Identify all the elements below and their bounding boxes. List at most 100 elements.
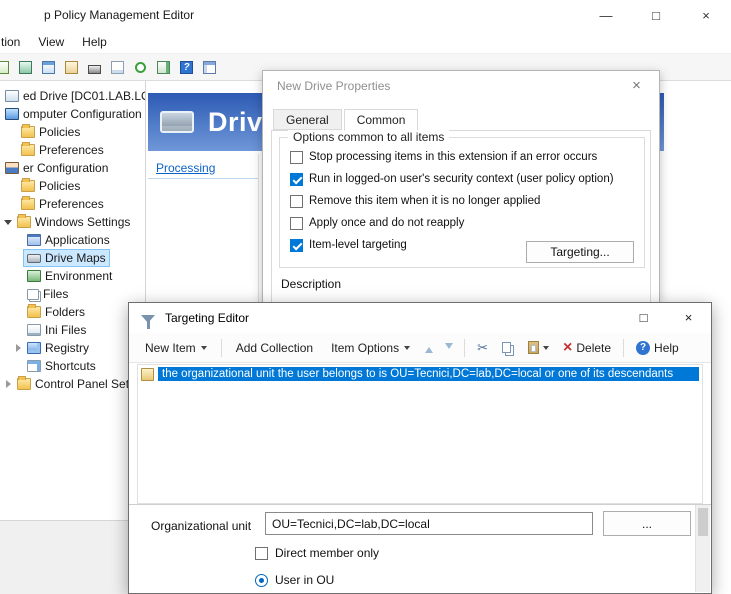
env-icon xyxy=(27,270,41,282)
copy-button[interactable] xyxy=(496,338,520,357)
targeting-dialog-titlebar: Targeting Editor □ × xyxy=(129,303,711,333)
tree-item-10-environment[interactable]: Environment xyxy=(0,267,145,285)
targeting-dialog-title: Targeting Editor xyxy=(165,311,249,325)
tree-item-12-folders[interactable]: Folders xyxy=(0,303,145,321)
tab-general[interactable]: General xyxy=(273,109,342,130)
paste-button[interactable] xyxy=(522,337,555,358)
cut-button[interactable]: ✂ xyxy=(471,337,494,358)
menu-item-view[interactable]: View xyxy=(29,30,73,53)
option-row-1[interactable]: Run in logged-on user's security context… xyxy=(290,168,634,190)
user-icon xyxy=(5,162,19,174)
tree-item-3-preferences[interactable]: Preferences xyxy=(0,141,145,159)
tree-item-1-omputer-configuration[interactable]: omputer Configuration xyxy=(0,105,145,123)
close-icon[interactable]: × xyxy=(666,303,711,332)
move-up-button[interactable] xyxy=(420,339,438,357)
arrow-up-icon xyxy=(425,343,433,353)
add-collection-button[interactable]: Add Collection xyxy=(228,337,321,359)
tree-item-14-registry[interactable]: Registry xyxy=(0,339,145,357)
funnel-icon xyxy=(141,315,155,323)
icon-view-icon[interactable] xyxy=(200,58,219,76)
collapsed-arrow-icon[interactable] xyxy=(2,378,14,390)
window-minimize-button[interactable]: — xyxy=(581,0,631,30)
folder-icon xyxy=(21,198,35,210)
tree-item-13-ini-files[interactable]: Ini Files xyxy=(0,321,145,339)
column-underline xyxy=(148,178,258,179)
console-tree-panel: ed Drive [DC01.LAB.LOCAomputer Configura… xyxy=(0,81,146,520)
tree-item-7-windows-settings[interactable]: Windows Settings xyxy=(0,213,145,231)
checkbox-icon[interactable] xyxy=(290,217,303,230)
status-area xyxy=(0,520,146,594)
checkbox-icon[interactable] xyxy=(290,195,303,208)
direct-member-checkbox-row[interactable]: Direct member only xyxy=(255,546,379,560)
paste-icon xyxy=(528,341,539,354)
help-icon[interactable] xyxy=(177,58,196,76)
drive-banner-icon xyxy=(160,111,194,133)
scrollbar[interactable] xyxy=(695,505,710,592)
tree-item-15-shortcuts[interactable]: Shortcuts xyxy=(0,357,145,375)
maximize-icon[interactable]: □ xyxy=(621,303,666,332)
drive-icon xyxy=(27,254,41,263)
option-label-4: Item-level targeting xyxy=(309,239,407,251)
scrollbar-thumb[interactable] xyxy=(698,508,708,536)
collapsed-arrow-icon[interactable] xyxy=(12,342,24,354)
option-row-0[interactable]: Stop processing items in this extension … xyxy=(290,146,634,168)
tree-item-5-policies[interactable]: Policies xyxy=(0,177,145,195)
checkbox-icon[interactable] xyxy=(255,547,268,560)
scissors-icon: ✂ xyxy=(477,341,488,354)
delete-button[interactable]: × Delete xyxy=(557,337,617,359)
window-maximize-button[interactable]: □ xyxy=(631,0,681,30)
targeting-window-controls: □ × xyxy=(621,303,711,332)
option-row-3[interactable]: Apply once and do not reapply xyxy=(290,212,634,234)
move-down-button[interactable] xyxy=(440,339,458,357)
refresh-icon[interactable] xyxy=(131,58,150,76)
checkbox-checked-icon[interactable] xyxy=(290,173,303,186)
help-button[interactable]: ? Help xyxy=(630,337,685,359)
properties-icon[interactable] xyxy=(108,58,127,76)
console-tree-icon[interactable] xyxy=(39,58,58,76)
options-groupbox: Options common to all items Stop process… xyxy=(279,137,645,268)
option-label-2: Remove this item when it is no longer ap… xyxy=(309,195,540,207)
new-item-button[interactable]: New Item xyxy=(137,337,215,359)
tree-item-9-drive-maps[interactable]: Drive Maps xyxy=(0,249,145,267)
help-icon: ? xyxy=(636,341,650,355)
delete-label: Delete xyxy=(576,341,611,355)
tab-common[interactable]: Common xyxy=(344,109,419,131)
folder-icon xyxy=(17,378,31,390)
checkbox-icon[interactable] xyxy=(290,151,303,164)
option-label-3: Apply once and do not reapply xyxy=(309,217,464,229)
clipboard-icon[interactable] xyxy=(62,58,81,76)
checkbox-checked-icon[interactable] xyxy=(290,239,303,252)
processing-link[interactable]: Processing xyxy=(156,161,215,175)
option-row-2[interactable]: Remove this item when it is no longer ap… xyxy=(290,190,634,212)
arrow-spacer xyxy=(12,324,24,336)
close-icon[interactable]: × xyxy=(614,71,659,100)
registry-icon xyxy=(27,342,41,354)
menu-item-tion[interactable]: tion xyxy=(0,30,29,53)
tree-item-4-er-configuration[interactable]: er Configuration xyxy=(0,159,145,177)
window-close-button[interactable]: × xyxy=(681,0,731,30)
drive-dialog-titlebar: New Drive Properties × xyxy=(263,71,659,101)
drive-dialog-title: New Drive Properties xyxy=(277,79,390,93)
tree-item-11-files[interactable]: Files xyxy=(0,285,145,303)
export-icon[interactable] xyxy=(154,58,173,76)
export-list-icon[interactable] xyxy=(0,58,12,76)
radio-selected-icon[interactable] xyxy=(255,574,268,587)
new-drive-properties-dialog: New Drive Properties × GeneralCommon Opt… xyxy=(262,70,660,303)
tree-item-6-preferences[interactable]: Preferences xyxy=(0,195,145,213)
browse-button[interactable]: ... xyxy=(603,511,691,536)
print-icon[interactable] xyxy=(85,58,104,76)
tree-item-2-policies[interactable]: Policies xyxy=(0,123,145,141)
organizational-unit-input[interactable] xyxy=(265,512,593,535)
arrow-spacer xyxy=(12,234,24,246)
user-in-ou-radio-row[interactable]: User in OU xyxy=(255,573,334,587)
tree-item-16-control-panel-sett[interactable]: Control Panel Sett xyxy=(0,375,145,393)
show-window-icon[interactable] xyxy=(16,58,35,76)
menu-item-help[interactable]: Help xyxy=(73,30,116,53)
targeting-button[interactable]: Targeting... xyxy=(526,241,634,263)
targeting-item-row[interactable]: the organizational unit the user belongs… xyxy=(138,365,702,383)
tree-item-0-ed-drive-dc01-lab-loca[interactable]: ed Drive [DC01.LAB.LOCA xyxy=(0,87,145,105)
expanded-arrow-icon[interactable] xyxy=(2,216,14,228)
tree-item-8-applications[interactable]: Applications xyxy=(0,231,145,249)
targeting-toolbar: New Item Add Collection Item Options ✂ ×… xyxy=(129,333,711,363)
item-options-button[interactable]: Item Options xyxy=(323,337,418,359)
